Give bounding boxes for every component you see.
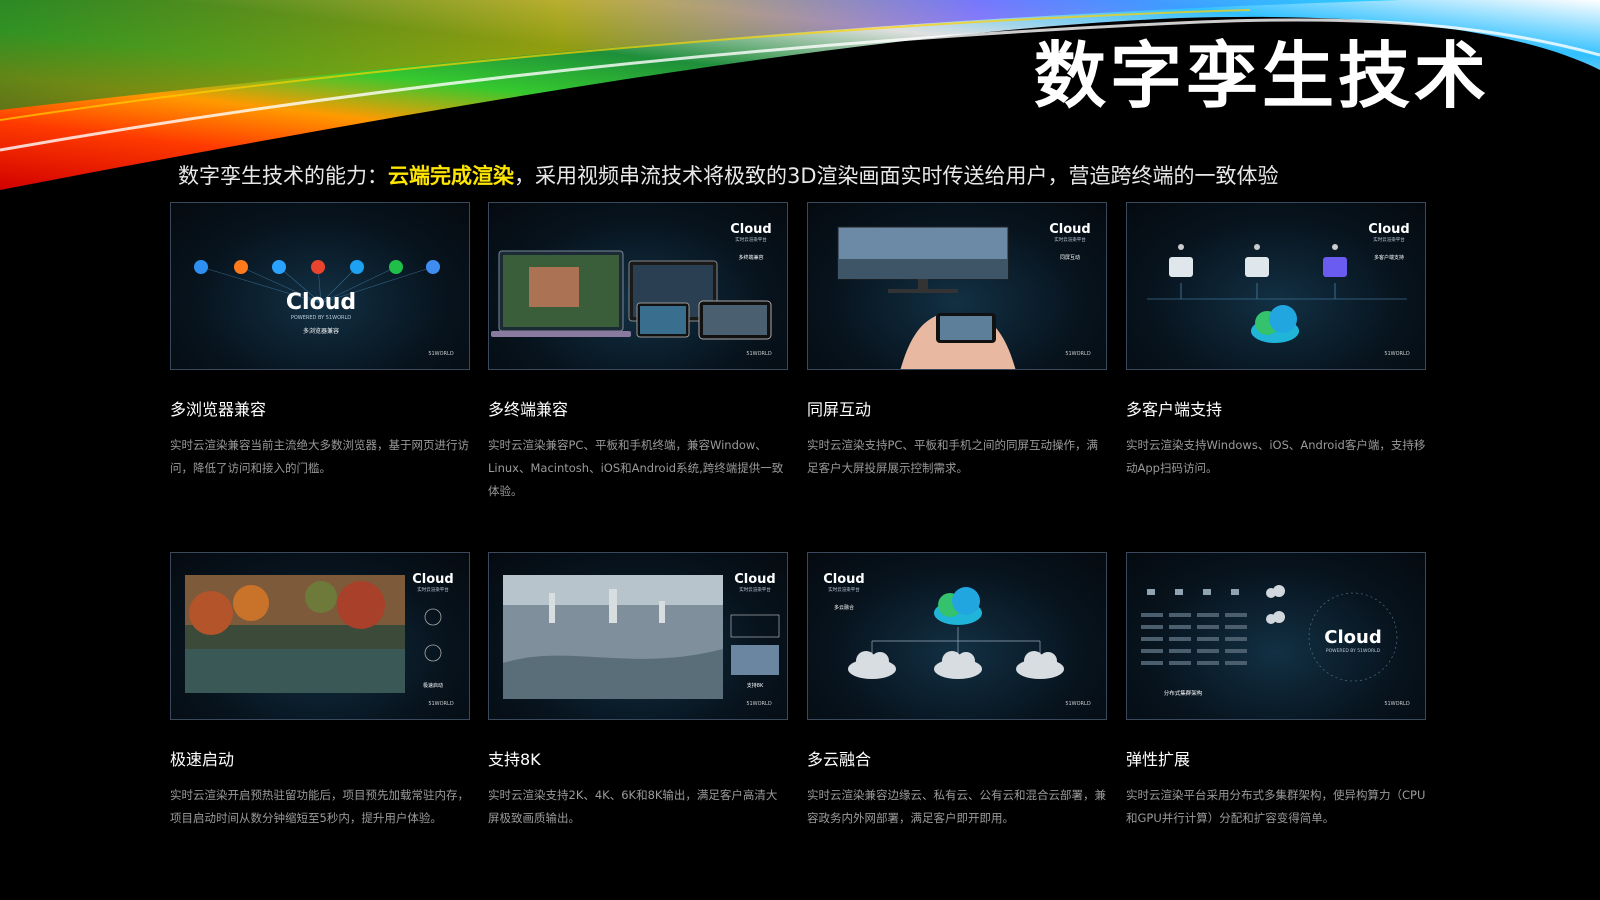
card-desc: 实时云渲染兼容边缘云、私有云、公有云和混合云部署，兼容政务内外网部署，满足客户即… [807,788,1106,825]
cloud-logo: Cloud [1324,627,1381,648]
brand-mark: 51WORLD [428,701,454,707]
thumb-caption: 多终端兼容 [738,254,763,261]
brand-mark: 51WORLD [746,701,772,707]
feature-card-8k: Cloud 实时云渲染平台 支持8K 51WORLD 支持8K 实时云渲染支持2… [488,552,788,830]
cloud-logo-sub: POWERED BY 51WORLD [1326,648,1381,654]
card-title: 弹性扩展 [1126,750,1191,769]
card-desc: 实时云渲染开启预热驻留功能后，项目预先加载常驻内存，项目启动时间从数分钟缩短至5… [170,788,469,825]
card-title: 多浏览器兼容 [170,400,267,419]
cluster-architecture-illustration: Cloud POWERED BY 51WORLD 分布式集群架构 51WORLD [1141,585,1410,707]
card-title: 多客户端支持 [1126,400,1223,419]
park-scene-illustration: Cloud 实时云渲染平台 极速启动 51WORLD [185,572,454,707]
feature-thumbnail: Cloud 实时云渲染平台 多终端兼容 51WORLD [488,202,788,370]
feature-card-clients: Cloud 实时云渲染平台 多客户端支持 51WORLD 多客户端支持 实时云渲… [1126,202,1426,480]
page-title: 数字孪生技术 [1033,34,1490,118]
feature-card-screen-share: Cloud 实时云渲染平台 同屏互动 51WORLD 同屏互动 实时云渲染支持P… [807,202,1107,480]
cloud-logo-sub: POWERED BY 51WORLD [291,315,351,321]
cloud-logo-sub: 实时云渲染平台 [828,586,860,593]
devices-illustration: Cloud 实时云渲染平台 多终端兼容 51WORLD [491,222,772,357]
feature-thumbnail: Cloud POWERED BY 51WORLD 分布式集群架构 51WORLD [1126,552,1426,720]
brand-mark: 51WORLD [428,351,454,357]
cloud-logo-sub: 实时云渲染平台 [739,586,771,593]
thumb-caption: 多浏览器兼容 [303,327,339,335]
clients-illustration: Cloud 实时云渲染平台 多客户端支持 51WORLD [1147,222,1410,357]
subtitle-highlight: 云端完成渲染 [388,164,514,188]
feature-thumbnail: Cloud POWERED BY 51WORLD 多浏览器兼容 51WORLD [170,202,470,370]
multi-cloud-illustration: Cloud 实时云渲染平台 多云融合 51WORLD [823,572,1091,707]
thumb-caption: 同屏互动 [1060,254,1080,261]
cloud-logo-sub: 实时云渲染平台 [1054,236,1086,243]
thumb-caption: 多云融合 [834,604,854,611]
card-desc: 实时云渲染兼容当前主流绝大多数浏览器，基于网页进行访问，降低了访问和接入的门槛。 [170,438,469,475]
cloud-logo: Cloud [823,572,865,587]
monitor-phone-illustration: Cloud 实时云渲染平台 同屏互动 51WORLD [837,222,1091,369]
city-aerial-illustration: Cloud 实时云渲染平台 支持8K 51WORLD [503,572,780,707]
card-title: 同屏互动 [807,400,872,419]
card-title: 多终端兼容 [488,400,569,419]
thumb-caption: 分布式集群架构 [1164,689,1203,697]
card-title: 多云融合 [807,750,872,769]
thumb-caption: 多客户端支持 [1374,254,1404,261]
thumb-caption: 支持8K [747,682,764,689]
feature-card-multi-cloud: Cloud 实时云渲染平台 多云融合 51WORLD 多云融合 实时云渲染兼容边… [807,552,1107,830]
feature-thumbnail: Cloud 实时云渲染平台 极速启动 51WORLD [170,552,470,720]
feature-thumbnail: Cloud 实时云渲染平台 支持8K 51WORLD [488,552,788,720]
brand-mark: 51WORLD [1065,351,1091,357]
card-desc: 实时云渲染支持Windows、iOS、Android客户端，支持移动App扫码访… [1126,438,1426,475]
cloud-logo: Cloud [1049,222,1091,237]
cloud-logo: Cloud [730,222,772,237]
cloud-logo: Cloud [286,290,356,315]
subtitle-prefix: 数字孪生技术的能力： [178,164,388,188]
brand-mark: 51WORLD [1065,701,1091,707]
brand-mark: 51WORLD [746,351,772,357]
feature-card-elastic: Cloud POWERED BY 51WORLD 分布式集群架构 51WORLD… [1126,552,1426,830]
cloud-logo: Cloud [412,572,454,587]
feature-thumbnail: Cloud 实时云渲染平台 同屏互动 51WORLD [807,202,1107,370]
card-title: 极速启动 [170,750,235,769]
card-desc: 实时云渲染支持PC、平板和手机之间的同屏互动操作，满足客户大屏投屏展示控制需求。 [807,438,1098,475]
cloud-logo: Cloud [734,572,776,587]
cloud-logo-sub: 实时云渲染平台 [735,236,767,243]
cloud-logo: Cloud [1368,222,1410,237]
brand-mark: 51WORLD [1384,701,1410,707]
subtitle-suffix: ，采用视频串流技术将极致的3D渲染画面实时传送给用户，营造跨终端的一致体验 [514,164,1279,188]
cloud-logo-sub: 实时云渲染平台 [1373,236,1405,243]
card-title: 支持8K [488,750,541,769]
feature-thumbnail: Cloud 实时云渲染平台 多云融合 51WORLD [807,552,1107,720]
feature-card-fast-start: Cloud 实时云渲染平台 极速启动 51WORLD 极速启动 实时云渲染开启预… [170,552,470,830]
thumb-caption: 极速启动 [423,682,443,689]
subtitle: 数字孪生技术的能力：云端完成渲染，采用视频串流技术将极致的3D渲染画面实时传送给… [178,160,1279,190]
feature-thumbnail: Cloud 实时云渲染平台 多客户端支持 51WORLD [1126,202,1426,370]
brand-mark: 51WORLD [1384,351,1410,357]
feature-card-browser: Cloud POWERED BY 51WORLD 多浏览器兼容 51WORLD … [170,202,470,480]
card-desc: 实时云渲染平台采用分布式多集群架构，使异构算力（CPU和GPU并行计算）分配和扩… [1126,788,1426,825]
card-desc: 实时云渲染兼容PC、平板和手机终端，兼容Window、Linux、Macinto… [488,438,784,498]
browser-icons-illustration: Cloud POWERED BY 51WORLD 多浏览器兼容 51WORLD [194,260,454,357]
cloud-logo-sub: 实时云渲染平台 [417,586,449,593]
feature-card-terminal: Cloud 实时云渲染平台 多终端兼容 51WORLD 多终端兼容 实时云渲染兼… [488,202,788,503]
card-desc: 实时云渲染支持2K、4K、6K和8K输出，满足客户高清大屏极致画质输出。 [488,788,778,825]
